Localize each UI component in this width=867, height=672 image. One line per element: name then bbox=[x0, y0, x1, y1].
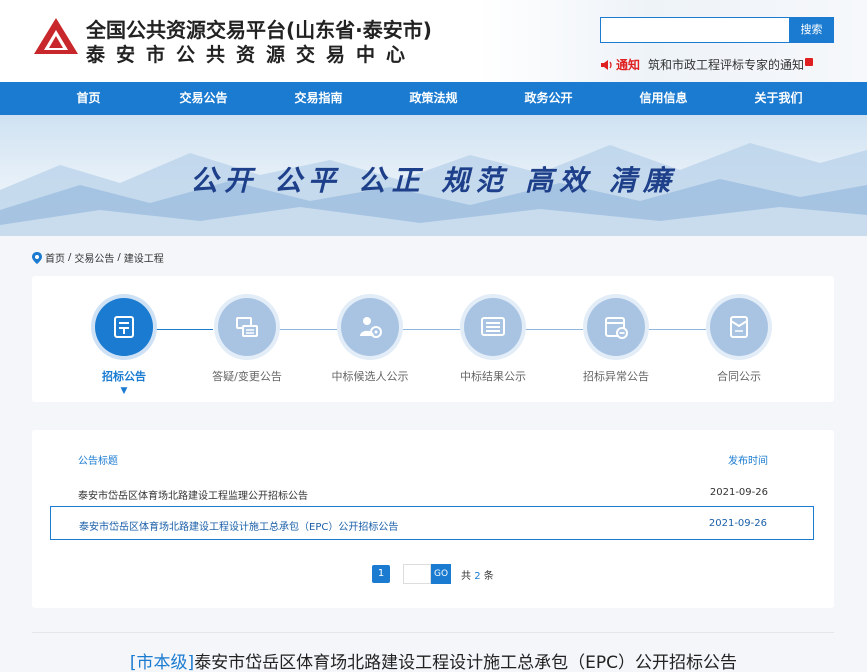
column-header-title: 公告标题 bbox=[78, 456, 118, 467]
step-tender-announcement[interactable]: 招标公告 ▼ bbox=[64, 298, 184, 396]
row-title[interactable]: 泰安市岱岳区体育场北路建设工程监理公开招标公告 bbox=[78, 487, 308, 502]
detail-title: [市本级]泰安市岱岳区体育场北路建设工程设计施工总承包（EPC）公开招标公告 bbox=[0, 648, 867, 672]
notice-tag: 通知 bbox=[616, 58, 641, 72]
contract-icon bbox=[730, 316, 748, 338]
banner-slogan: 公开 公平 公正 规范 高效 清廉 bbox=[190, 164, 677, 197]
list-header: 公告标题 发布时间 bbox=[78, 452, 768, 467]
site-subtitle: 泰安市公共资源交易中心 bbox=[86, 44, 417, 66]
row-date: 2021-09-26 bbox=[709, 487, 768, 498]
speaker-icon bbox=[601, 59, 612, 70]
step-circle bbox=[95, 298, 153, 356]
row-date: 2021-09-26 bbox=[708, 518, 767, 529]
active-step-arrow-icon: ▼ bbox=[120, 386, 128, 396]
section-divider bbox=[32, 632, 834, 633]
breadcrumb-separator: / bbox=[68, 252, 72, 263]
search-input[interactable] bbox=[600, 17, 790, 43]
location-pin-icon bbox=[32, 251, 42, 264]
breadcrumb-separator: / bbox=[117, 252, 121, 263]
step-label: 中标结果公示 bbox=[460, 370, 526, 383]
nav-item-announcements[interactable]: 交易公告 bbox=[146, 82, 261, 115]
breadcrumb-construction: 建设工程 bbox=[123, 254, 164, 265]
page-go-button[interactable]: GO bbox=[431, 564, 451, 584]
step-label: 合同公示 bbox=[717, 370, 761, 383]
step-candidates[interactable]: 中标候选人公示 bbox=[310, 298, 430, 384]
nav-item-credit[interactable]: 信用信息 bbox=[606, 82, 721, 115]
search-button[interactable]: 搜索 bbox=[789, 17, 834, 43]
nav-item-home[interactable]: 首页 bbox=[31, 82, 146, 115]
notice-text[interactable]: 筑和市政工程评标专家的通知 bbox=[648, 56, 804, 73]
step-circle bbox=[710, 298, 768, 356]
table-row[interactable]: 泰安市岱岳区体育场北路建设工程监理公开招标公告 2021-09-26 bbox=[50, 476, 814, 510]
step-label: 中标候选人公示 bbox=[331, 370, 409, 383]
total-count: 2 bbox=[474, 570, 481, 582]
exchange-icon bbox=[236, 317, 258, 337]
page-jump-input[interactable] bbox=[403, 564, 431, 584]
nav-item-policies[interactable]: 政策法规 bbox=[376, 82, 491, 115]
pagination-total: 共 2 条 bbox=[461, 567, 494, 582]
new-badge-icon bbox=[805, 57, 814, 66]
step-clarification[interactable]: 答疑/变更公告 bbox=[187, 298, 307, 384]
site-header: 全国公共资源交易平台(山东省·泰安市) 泰安市公共资源交易中心 搜索 通知 筑和… bbox=[0, 0, 867, 82]
step-contract[interactable]: 合同公示 bbox=[679, 298, 799, 384]
step-label: 答疑/变更公告 bbox=[212, 370, 282, 383]
step-exception[interactable]: 招标异常公告 bbox=[556, 298, 676, 384]
hero-banner: 公开 公平 公正 规范 高效 清廉 bbox=[0, 115, 867, 236]
detail-level-tag: [市本级] bbox=[129, 653, 195, 672]
site-logo-icon bbox=[34, 18, 78, 54]
column-header-date: 发布时间 bbox=[728, 456, 768, 467]
breadcrumb: 首页 / 交易公告 / 建设工程 bbox=[32, 250, 167, 265]
breadcrumb-home[interactable]: 首页 bbox=[45, 250, 65, 265]
row-title[interactable]: 泰安市岱岳区体育场北路建设工程设计施工总承包（EPC）公开招标公告 bbox=[79, 518, 398, 533]
step-circle bbox=[218, 298, 276, 356]
step-results[interactable]: 中标结果公示 bbox=[433, 298, 553, 384]
document-icon bbox=[114, 316, 134, 338]
total-suffix: 条 bbox=[483, 570, 494, 582]
notice-marquee[interactable]: 通知 筑和市政工程评标专家的通知 bbox=[600, 56, 814, 73]
total-prefix: 共 bbox=[461, 570, 471, 582]
site-title: 全国公共资源交易平台(山东省·泰安市) bbox=[86, 18, 432, 42]
page-number-current[interactable]: 1 bbox=[372, 565, 390, 583]
step-label: 招标公告 bbox=[102, 370, 146, 383]
list-icon bbox=[481, 317, 505, 336]
step-circle bbox=[341, 298, 399, 356]
nav-item-government-affairs[interactable]: 政务公开 bbox=[491, 82, 606, 115]
nav-item-about[interactable]: 关于我们 bbox=[721, 82, 836, 115]
step-label: 招标异常公告 bbox=[583, 370, 649, 383]
main-nav: 首页 交易公告 交易指南 政策法规 政务公开 信用信息 关于我们 bbox=[0, 82, 867, 115]
calendar-minus-icon bbox=[605, 317, 628, 339]
table-row[interactable]: 泰安市岱岳区体育场北路建设工程设计施工总承包（EPC）公开招标公告 2021-0… bbox=[50, 506, 814, 540]
breadcrumb-announcements[interactable]: 交易公告 bbox=[74, 250, 114, 265]
nav-item-guide[interactable]: 交易指南 bbox=[261, 82, 376, 115]
step-circle bbox=[587, 298, 645, 356]
announcement-steps: 招标公告 ▼ 答疑/变更公告 中标候选人公示 中标结果公示 招标异常公告 合同公… bbox=[32, 276, 834, 402]
person-icon bbox=[360, 317, 382, 338]
announcement-list: 公告标题 发布时间 泰安市岱岳区体育场北路建设工程监理公开招标公告 2021-0… bbox=[32, 430, 834, 608]
step-circle bbox=[464, 298, 522, 356]
detail-title-text: 泰安市岱岳区体育场北路建设工程设计施工总承包（EPC）公开招标公告 bbox=[194, 653, 738, 672]
pagination: 1 GO 共 2 条 bbox=[372, 564, 494, 584]
